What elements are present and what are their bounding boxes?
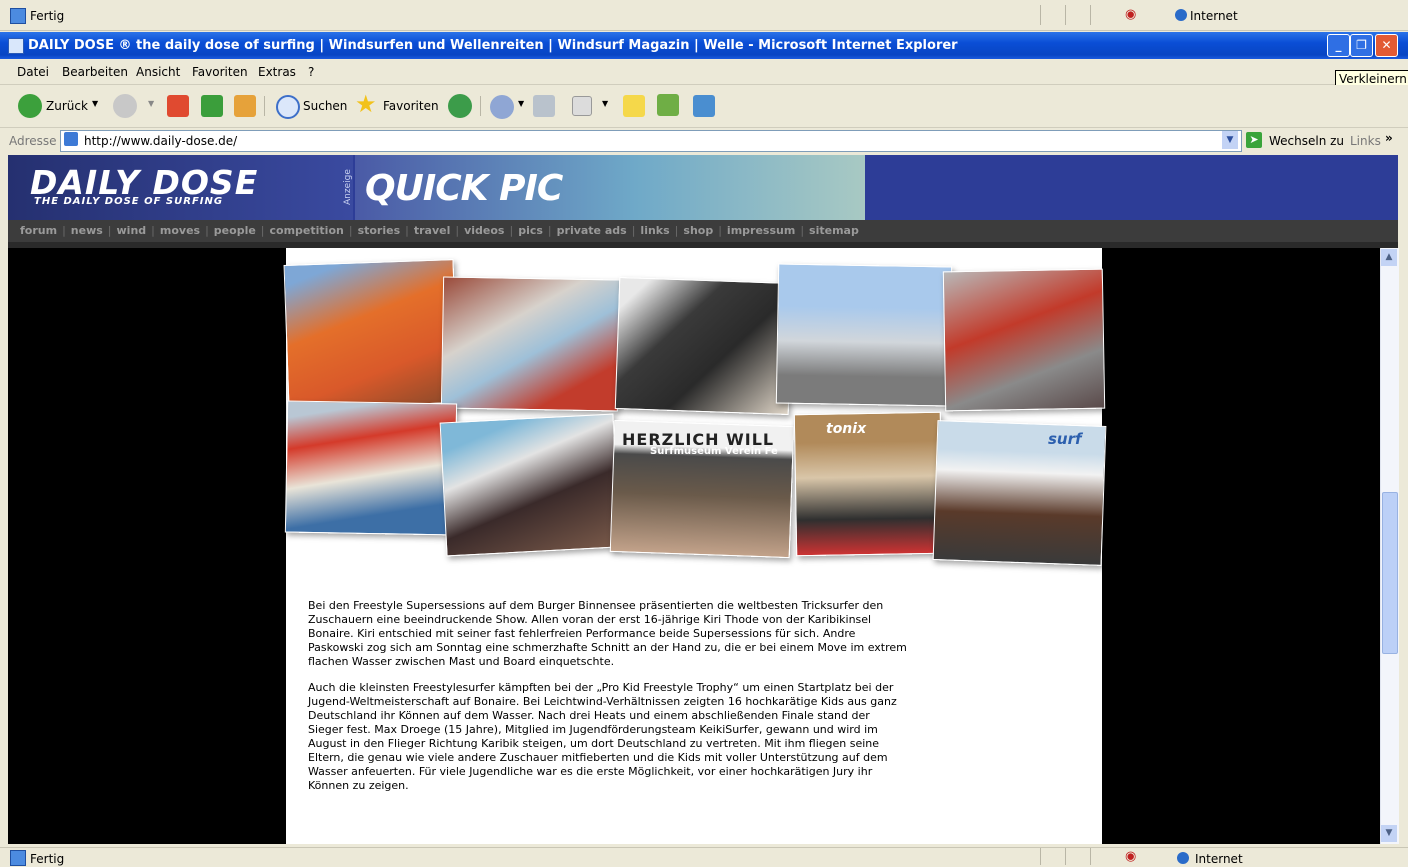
nav-stories[interactable]: stories | xyxy=(358,224,414,237)
divider xyxy=(1090,5,1091,25)
menu-favoriten[interactable]: Favoriten xyxy=(192,65,248,79)
edit-dropdown-icon[interactable]: ▼ xyxy=(602,99,608,108)
zone-label: Internet xyxy=(1195,852,1243,866)
nav-moves[interactable]: moves | xyxy=(160,224,214,237)
banner-surf: surf xyxy=(1048,430,1082,448)
logo-tagline: THE DAILY DOSE OF SURFING xyxy=(34,196,224,207)
menu-bar: Datei Bearbeiten Ansicht Favoriten Extra… xyxy=(0,60,1408,85)
page-icon xyxy=(10,8,26,24)
banner-text: QUICK PIC xyxy=(365,168,563,209)
close-button[interactable]: ✕ xyxy=(1375,34,1398,57)
article-paragraph: Bei den Freestyle Supersessions auf dem … xyxy=(308,599,907,668)
photo-expo[interactable] xyxy=(775,263,953,407)
divider xyxy=(1040,848,1041,865)
globe-icon xyxy=(1177,852,1189,864)
mail-icon[interactable] xyxy=(490,95,514,119)
go-arrow-icon[interactable]: ➤ xyxy=(1246,132,1262,148)
mail-dropdown-icon[interactable]: ▼ xyxy=(518,99,524,108)
forward-dropdown-icon[interactable]: ▼ xyxy=(148,99,154,108)
research-icon[interactable] xyxy=(693,95,715,117)
nav-videos[interactable]: videos | xyxy=(464,224,518,237)
article-paragraph: Auch die kleinsten Freestylesurfer kämpf… xyxy=(308,681,897,792)
refresh-icon[interactable] xyxy=(201,95,223,117)
stop-icon[interactable] xyxy=(167,95,189,117)
window-title-bar[interactable]: DAILY DOSE ® the daily dose of surfing |… xyxy=(0,32,1408,59)
status-text: Fertig xyxy=(30,9,65,23)
zone-label: Internet xyxy=(1190,9,1238,23)
back-button-label[interactable]: Zurück xyxy=(46,99,88,113)
nav-travel[interactable]: travel | xyxy=(414,224,464,237)
back-dropdown-icon[interactable]: ▼ xyxy=(92,99,98,108)
privacy-icon: ◉ xyxy=(1125,849,1137,864)
links-label[interactable]: Links xyxy=(1350,134,1381,148)
window-title: DAILY DOSE ® the daily dose of surfing |… xyxy=(28,38,958,53)
globe-icon xyxy=(1175,9,1187,21)
minimize-button[interactable]: _ xyxy=(1327,34,1350,57)
site-navigation: forum | news | wind | moves | people | compet… xyxy=(8,220,1398,242)
divider xyxy=(264,96,265,116)
article-body: Bei den Freestyle Supersessions auf dem … xyxy=(308,599,908,805)
banner-surfmuseum: Surfmuseum Verein Fe xyxy=(650,446,778,457)
address-input[interactable] xyxy=(60,130,1242,152)
history-icon[interactable] xyxy=(448,94,472,118)
home-icon[interactable] xyxy=(234,95,256,117)
banner-tonix: tonix xyxy=(826,421,867,437)
nav-private-ads[interactable]: private ads | xyxy=(557,224,641,237)
nav-competition[interactable]: competition | xyxy=(270,224,358,237)
address-url[interactable]: http://www.daily-dose.de/ xyxy=(84,134,237,148)
menu-extras[interactable]: Extras xyxy=(258,65,296,79)
nav-news[interactable]: news | xyxy=(71,224,117,237)
scroll-down-icon[interactable]: ▼ xyxy=(1381,825,1397,842)
nav-forum[interactable]: forum | xyxy=(20,224,71,237)
photo-woman[interactable] xyxy=(793,411,944,557)
background-status-bar: Fertig ◉ Internet xyxy=(0,0,1408,31)
restore-button[interactable]: ❐ xyxy=(1350,34,1373,57)
nav-people[interactable]: people | xyxy=(214,224,270,237)
discuss-icon[interactable] xyxy=(623,95,645,117)
nav-links[interactable]: links | xyxy=(640,224,683,237)
nav-wind[interactable]: wind | xyxy=(117,224,160,237)
nav-shop[interactable]: shop | xyxy=(683,224,727,237)
favorites-button-label[interactable]: Favoriten xyxy=(383,99,439,113)
links-chevron-icon[interactable]: » xyxy=(1385,131,1393,145)
address-label: Adresse xyxy=(9,134,57,148)
divider xyxy=(1090,848,1091,865)
page-icon xyxy=(10,850,26,866)
print-icon[interactable] xyxy=(533,95,555,117)
menu-ansicht[interactable]: Ansicht xyxy=(136,65,180,79)
divider xyxy=(1040,5,1041,25)
photo-autograph[interactable] xyxy=(614,277,794,415)
photo-people[interactable] xyxy=(942,268,1106,412)
ie-icon xyxy=(8,38,24,54)
scrollbar-thumb[interactable] xyxy=(1382,492,1398,654)
go-button-label[interactable]: Wechseln zu xyxy=(1269,134,1344,148)
scroll-up-icon[interactable]: ▲ xyxy=(1381,249,1397,266)
edit-icon[interactable] xyxy=(572,96,592,116)
search-button-label[interactable]: Suchen xyxy=(303,99,347,113)
messenger-icon[interactable] xyxy=(657,94,679,116)
search-icon[interactable] xyxy=(276,95,300,119)
page-icon xyxy=(64,132,78,146)
status-text: Fertig xyxy=(30,852,65,866)
address-dropdown-icon[interactable]: ▼ xyxy=(1222,131,1238,149)
back-arrow-icon[interactable] xyxy=(18,94,42,118)
menu-help[interactable]: ? xyxy=(308,65,314,79)
nav-sitemap[interactable]: sitemap xyxy=(809,224,859,237)
forward-arrow-icon[interactable] xyxy=(113,94,137,118)
favorites-star-icon[interactable]: ★ xyxy=(355,90,377,118)
photo-board[interactable] xyxy=(440,276,621,412)
ad-label: Anzeige xyxy=(343,169,353,206)
photo-boards-rack[interactable] xyxy=(284,400,458,536)
menu-datei[interactable]: Datei xyxy=(17,65,49,79)
photo-winners[interactable] xyxy=(439,413,621,557)
divider xyxy=(480,96,481,116)
privacy-icon: ◉ xyxy=(1125,7,1137,22)
divider xyxy=(1065,5,1066,25)
nav-impressum[interactable]: impressum | xyxy=(727,224,809,237)
nav-pics[interactable]: pics | xyxy=(518,224,556,237)
menu-bearbeiten[interactable]: Bearbeiten xyxy=(62,65,128,79)
photo-flags[interactable] xyxy=(283,259,459,409)
divider xyxy=(1065,848,1066,865)
